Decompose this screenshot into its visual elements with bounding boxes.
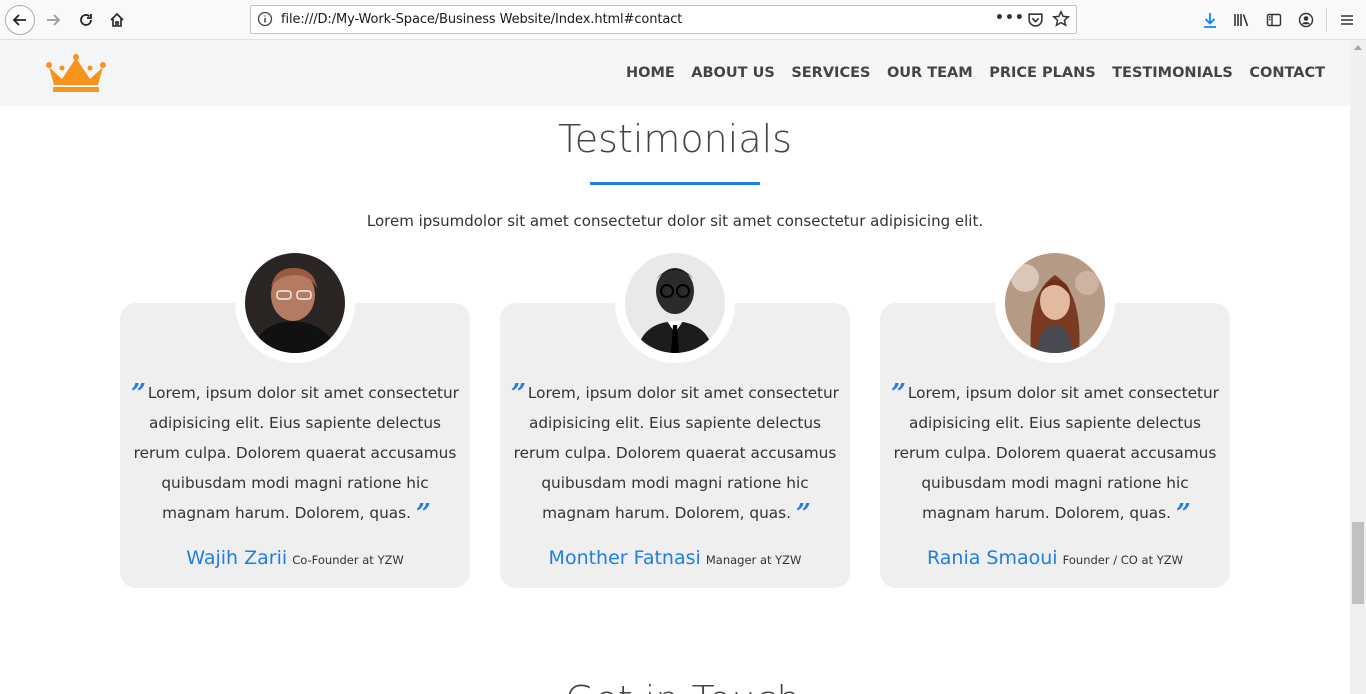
author-name: Monther Fatnasi [548,547,701,569]
library-button[interactable] [1228,6,1256,34]
avatar-ring [235,243,355,363]
arrow-left-icon [12,14,26,26]
author-role: Founder / CO at YZW [1062,553,1184,567]
sidebar-icon [1266,13,1282,27]
open-quote-icon: ” [131,379,146,409]
home-icon [110,12,124,27]
testimonial-author: Rania Smaoui Founder / CO at YZW [880,547,1230,569]
arrow-right-icon [47,14,61,26]
reload-button[interactable] [72,6,100,34]
author-name: Wajih Zarii [186,547,288,569]
avatar-monther-fatnasi [625,253,725,353]
nav-about-us[interactable]: ABOUT US [691,65,775,81]
account-icon [1298,12,1314,28]
author-role: Co-Founder at YZW [292,553,404,567]
toolbar-separator [1326,8,1327,32]
forward-button[interactable] [39,6,67,34]
close-quote-icon: ” [415,499,431,529]
testimonial-author: Monther Fatnasi Manager at YZW [500,547,850,569]
bookmark-star-icon[interactable] [1051,9,1071,32]
main-nav: HOME ABOUT US SERVICES OUR TEAM PRICE PL… [609,65,1325,81]
library-icon [1234,14,1249,27]
close-quote-icon: ” [795,499,811,529]
section-title: Testimonials [558,117,792,161]
nav-contact[interactable]: CONTACT [1249,65,1325,81]
page-actions-icon[interactable]: ••• [995,10,1025,26]
close-quote-icon: ” [1175,499,1191,529]
nav-price-plans[interactable]: PRICE PLANS [989,65,1095,81]
home-button[interactable] [103,6,131,34]
page-scrollbar[interactable] [1350,40,1366,694]
author-role: Manager at YZW [705,553,802,567]
scroll-thumb[interactable] [1352,522,1364,604]
hamburger-menu-icon [1341,15,1353,25]
sidebar-button[interactable] [1260,6,1288,34]
section-subtitle: Lorem ipsumdolor sit amet consectetur do… [366,212,984,230]
info-icon[interactable] [257,11,273,31]
author-name: Rania Smaoui [926,547,1058,569]
testimonial-quote: ” Lorem, ipsum dolor sit amet consectetu… [511,379,839,529]
next-section-title: Get in Touch [565,678,801,694]
nav-testimonials[interactable]: TESTIMONIALS [1112,65,1233,81]
avatar-ring [995,243,1115,363]
site-header: HOME ABOUT US SERVICES OUR TEAM PRICE PL… [0,40,1350,106]
title-underline [590,182,760,185]
scroll-up-arrow-icon[interactable] [1354,45,1362,50]
browser-toolbar: file:///D:/My-Work-Space/Business Websit… [0,0,1366,40]
nav-our-team[interactable]: OUR TEAM [887,65,973,81]
pocket-icon[interactable] [1027,11,1044,32]
url-text[interactable]: file:///D:/My-Work-Space/Business Websit… [281,12,682,27]
avatar-rania-smaoui [1005,253,1105,353]
back-button[interactable] [5,5,35,35]
crown-icon [46,54,106,92]
account-button[interactable] [1292,6,1320,34]
avatar-wajih-zarii [245,253,345,353]
avatar-ring [615,243,735,363]
testimonial-quote: ” Lorem, ipsum dolor sit amet consectetu… [891,379,1219,529]
open-quote-icon: ” [511,379,526,409]
url-bar[interactable]: file:///D:/My-Work-Space/Business Websit… [250,5,1077,34]
download-icon [1204,13,1216,28]
menu-button[interactable] [1333,6,1361,34]
testimonial-quote: ” Lorem, ipsum dolor sit amet consectetu… [131,379,459,529]
crown-logo[interactable] [45,53,107,99]
reload-icon [80,14,92,26]
nav-home[interactable]: HOME [626,65,675,81]
open-quote-icon: ” [891,379,906,409]
testimonial-author: Wajih Zarii Co-Founder at YZW [120,547,470,569]
downloads-button[interactable] [1196,6,1224,34]
nav-services[interactable]: SERVICES [791,65,870,81]
